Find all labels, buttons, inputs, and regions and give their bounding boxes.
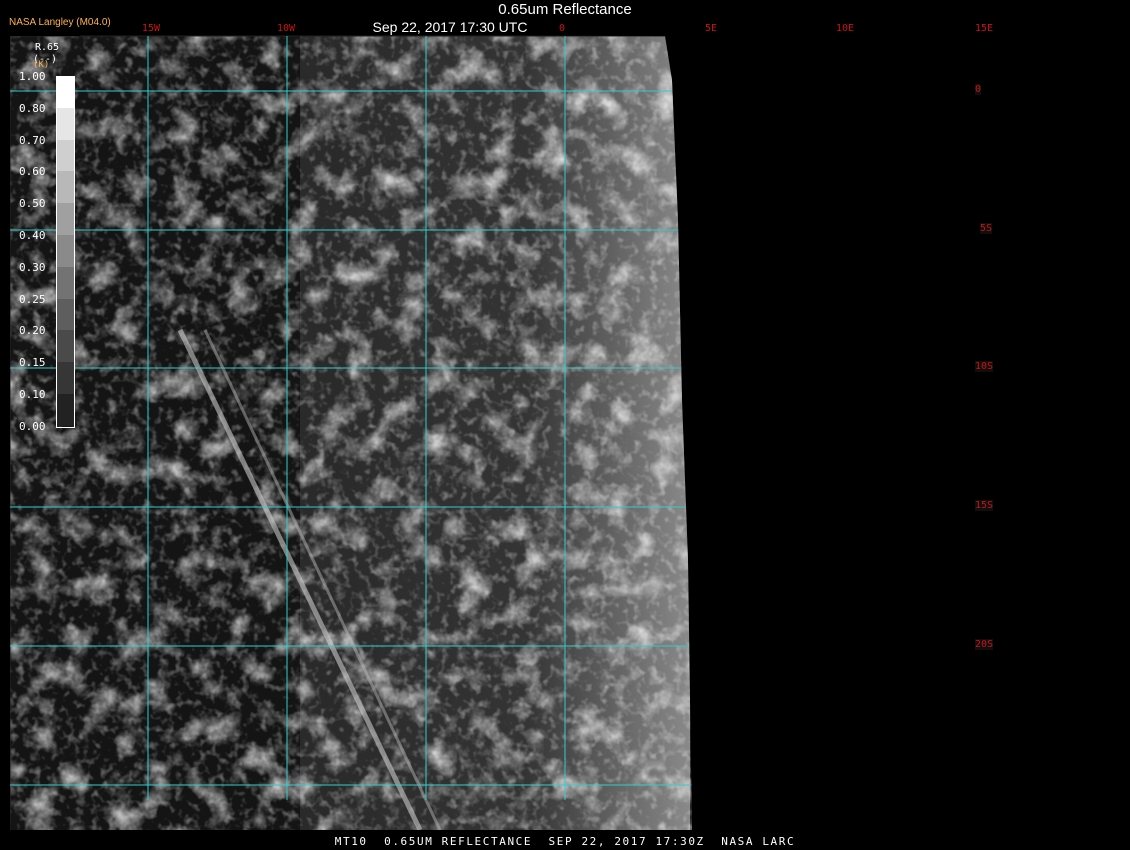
legend-tick-label: 0.30	[19, 260, 46, 274]
legend-tick-label: 0.80	[19, 101, 46, 115]
product-title: 0.65um Reflectance	[498, 1, 632, 18]
longitude-label: 15E	[975, 23, 994, 34]
brand-label: NASA Langley (M04.0)	[9, 17, 111, 28]
reflectance-imagery	[10, 8, 977, 830]
longitude-label: 5E	[705, 23, 718, 34]
legend-frame	[56, 76, 75, 428]
legend-tick-label: 1.00	[19, 70, 46, 83]
legend-unit: (K)	[33, 60, 50, 70]
legend-tick-label: 0.00	[19, 419, 46, 433]
legend-title: R.65	[35, 42, 60, 53]
island-outline	[745, 79, 753, 88]
longitude-label: 15W	[142, 23, 161, 34]
satellite-viewer: 0.65um Reflectance Sep 22, 2017 17:30 UT…	[0, 0, 1130, 850]
longitude-label: 10E	[836, 23, 855, 34]
legend-tick-label: 0.70	[19, 133, 46, 147]
legend-tick-label: 0.15	[19, 356, 46, 370]
legend-tick-label: 0.60	[19, 165, 46, 179]
footer-caption: MT10 0.65UM REFLECTANCE SEP 22, 2017 17:…	[334, 835, 796, 848]
legend-tick-label: 0.40	[19, 229, 46, 242]
africa-coastline	[812, 8, 977, 800]
legend-tick-label: 0.20	[19, 324, 46, 338]
color-scale-legend: R.65 (--) (K) 1.00 0.80 0.70 0.60 0.50 0.40 0.…	[11, 38, 81, 436]
longitude-label: 10W	[277, 23, 296, 34]
legend-tick-label: 0.10	[19, 388, 46, 401]
latitude-label: 0	[975, 84, 982, 95]
legend-tick-label: 0.50	[19, 197, 46, 211]
latitude-label: 20S	[975, 639, 994, 650]
legend-tick-label: 0.25	[19, 292, 46, 306]
latitude-label: 5S	[980, 223, 993, 234]
latitude-label: 15S	[975, 500, 994, 511]
satellite-map	[10, 8, 977, 830]
longitude-label: 0	[559, 23, 566, 34]
latitude-label: 10S	[975, 361, 994, 372]
